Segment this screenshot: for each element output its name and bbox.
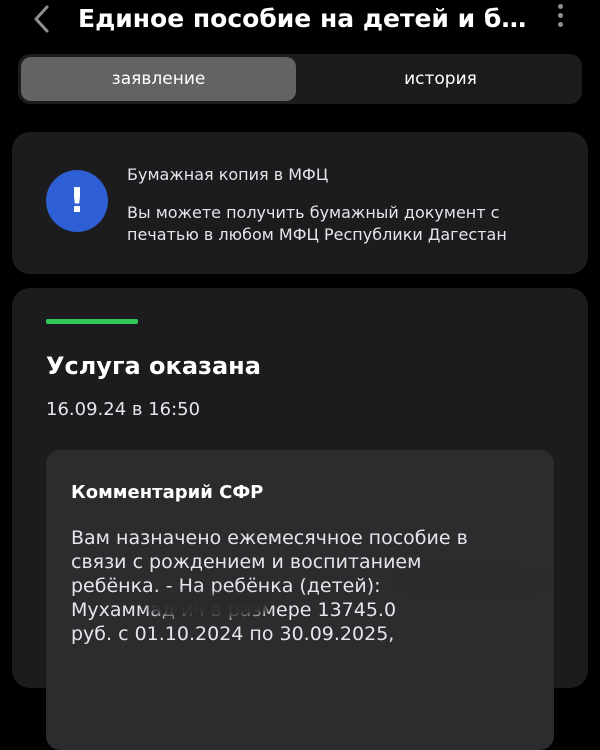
info-card: ! Бумажная копия в МФЦ Вы можете получит… xyxy=(12,132,588,274)
app-header: Единое пособие на детей и бе... xyxy=(0,0,600,44)
status-card: Услуга оказана 16.09.24 в 16:50 Коммента… xyxy=(12,288,588,750)
comment-line: Мухаммад ич в размере 13745.0 xyxy=(71,599,397,621)
comment-title: Комментарий СФР xyxy=(71,482,264,503)
comment-line: Вам назначено ежемесячное пособие в xyxy=(71,527,468,549)
more-options-button[interactable] xyxy=(552,4,568,34)
info-text: Вы можете получить бумажный документ с п… xyxy=(127,203,507,244)
info-heading: Бумажная копия в МФЦ xyxy=(127,165,329,184)
exclamation-icon: ! xyxy=(46,170,108,232)
status-date: 16.09.24 в 16:50 xyxy=(46,399,201,420)
comment-line: руб. с 01.10.2024 по 30.09.2025, xyxy=(71,623,395,645)
back-button[interactable] xyxy=(28,2,58,36)
more-vertical-icon xyxy=(552,4,568,27)
segmented-control: заявление история xyxy=(18,54,582,104)
status-accent-bar xyxy=(46,319,138,324)
comment-card: Комментарий СФР Вам назначено ежемесячно… xyxy=(46,450,554,750)
redaction-mark xyxy=(149,594,269,618)
tab-history[interactable]: история xyxy=(303,57,578,101)
page-title: Единое пособие на детей и бе... xyxy=(78,4,538,33)
tab-application[interactable]: заявление xyxy=(21,57,296,101)
status-title: Услуга оказана xyxy=(46,352,261,380)
redaction-mark xyxy=(396,568,546,594)
chevron-left-icon xyxy=(34,5,49,33)
